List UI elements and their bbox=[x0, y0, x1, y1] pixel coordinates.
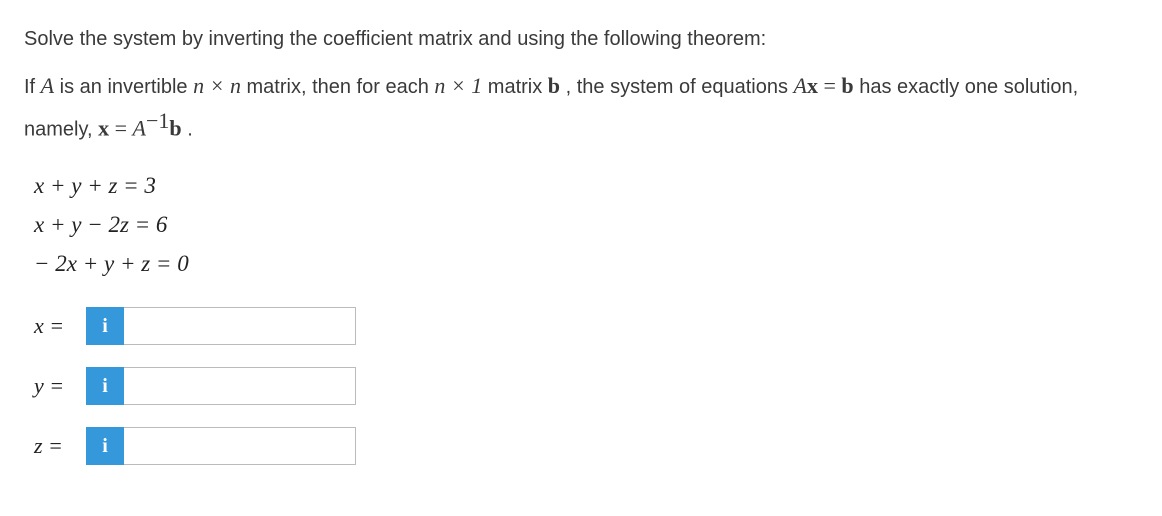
sol-exp: −1 bbox=[146, 108, 169, 133]
input-y[interactable] bbox=[124, 367, 356, 405]
theorem-statement: If A is an invertible n × n matrix, then… bbox=[24, 68, 1138, 146]
info-icon[interactable]: i bbox=[86, 367, 124, 405]
question-prompt: Solve the system by inverting the coeffi… bbox=[24, 24, 1138, 54]
info-symbol: i bbox=[102, 315, 108, 338]
info-symbol: i bbox=[102, 435, 108, 458]
info-icon[interactable]: i bbox=[86, 427, 124, 465]
theorem-text-5: , the system of equations bbox=[560, 76, 793, 98]
theorem-text-1: If bbox=[24, 76, 41, 98]
sol-eq: = bbox=[109, 116, 132, 141]
theorem-text-4: matrix bbox=[482, 76, 548, 98]
prompt-text: Solve the system by inverting the coeffi… bbox=[24, 28, 766, 50]
sol-x: x bbox=[98, 116, 109, 141]
eqn-eq: = bbox=[818, 73, 841, 98]
theorem-text-2: is an invertible bbox=[54, 76, 193, 98]
input-group-z: i bbox=[86, 427, 356, 465]
answer-row-y: y = i bbox=[34, 367, 1138, 405]
dim-nx1: n × 1 bbox=[434, 73, 482, 98]
label-x: x = bbox=[34, 313, 86, 339]
matrix-A: A bbox=[41, 73, 54, 98]
input-x[interactable] bbox=[124, 307, 356, 345]
input-group-y: i bbox=[86, 367, 356, 405]
info-symbol: i bbox=[102, 375, 108, 398]
vector-b: b bbox=[548, 73, 560, 98]
sol-b: b bbox=[169, 116, 181, 141]
label-y: y = bbox=[34, 373, 86, 399]
eqn-b: b bbox=[841, 73, 853, 98]
equation-3: − 2x + y + z = 0 bbox=[34, 244, 1138, 283]
answer-row-x: x = i bbox=[34, 307, 1138, 345]
sol-A: A bbox=[133, 116, 146, 141]
equation-system: x + y + z = 3 x + y − 2z = 6 − 2x + y + … bbox=[34, 166, 1138, 283]
equation-2: x + y − 2z = 6 bbox=[34, 205, 1138, 244]
theorem-dot: . bbox=[182, 119, 193, 141]
label-z: z = bbox=[34, 433, 86, 459]
input-z[interactable] bbox=[124, 427, 356, 465]
info-icon[interactable]: i bbox=[86, 307, 124, 345]
eqn-x: x bbox=[807, 73, 818, 98]
dim-nxn: n × n bbox=[193, 73, 241, 98]
eqn-A: A bbox=[794, 73, 807, 98]
answer-row-z: z = i bbox=[34, 427, 1138, 465]
equation-1: x + y + z = 3 bbox=[34, 166, 1138, 205]
theorem-text-3: matrix, then for each bbox=[241, 76, 434, 98]
input-group-x: i bbox=[86, 307, 356, 345]
